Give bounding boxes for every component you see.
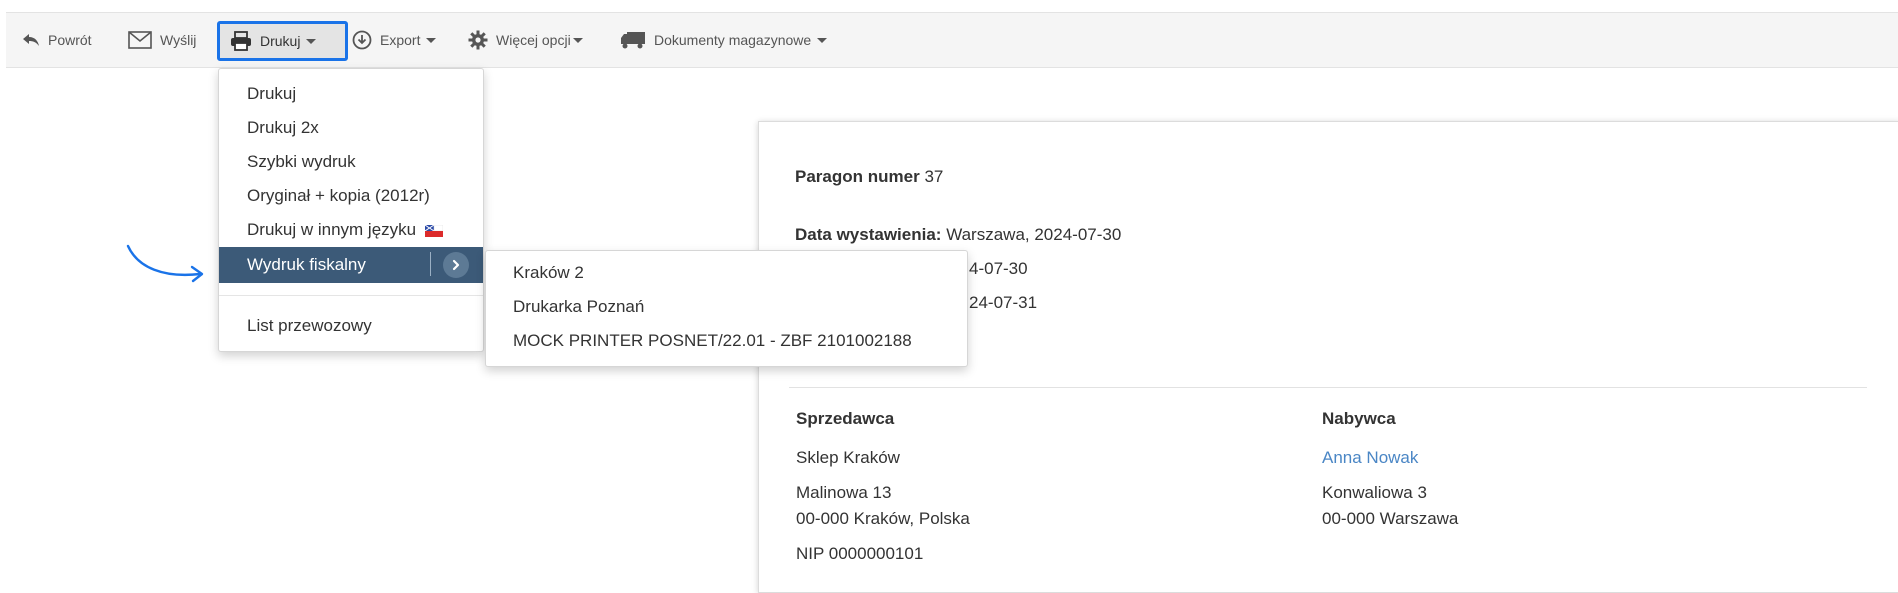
divider <box>430 252 431 276</box>
reply-arrow-icon <box>22 33 40 47</box>
warehouse-label: Dokumenty magazynowe <box>654 32 812 48</box>
print-label: Drukuj <box>260 33 301 49</box>
date-line: 4-07-30 <box>969 259 1028 278</box>
pointer-arrow-icon <box>126 244 204 283</box>
submenu-item-printer[interactable]: Drukarka Poznań <box>486 290 967 324</box>
print-dropdown-menu: Drukuj Drukuj 2x Szybki wydruk Oryginał … <box>218 68 484 352</box>
chevron-down-icon <box>572 37 583 43</box>
chevron-right-icon[interactable] <box>443 252 469 278</box>
menu-item-label: Wydruk fiskalny <box>247 255 366 274</box>
submenu-item-printer[interactable]: MOCK PRINTER POSNET/22.01 - ZBF 21010021… <box>486 324 967 358</box>
menu-item-label: Drukuj w innym języku <box>247 220 417 239</box>
toolbar: Powrót Wyślij Drukuj Export Więcej opcji… <box>6 12 1898 68</box>
buyer-name-link[interactable]: Anna Nowak <box>1322 448 1418 468</box>
seller-heading: Sprzedawca <box>796 409 895 428</box>
chevron-down-icon <box>306 38 317 44</box>
buyer-city: 00-000 Warszawa <box>1322 509 1459 528</box>
divider <box>789 387 1867 388</box>
receipt-number: Paragon numer 37 <box>795 167 944 186</box>
warehouse-documents-button[interactable]: Dokumenty magazynowe <box>620 25 828 55</box>
flags-icon <box>424 224 443 237</box>
back-button[interactable]: Powrót <box>22 25 92 55</box>
fiscal-printer-submenu: Kraków 2 Drukarka Poznań MOCK PRINTER PO… <box>485 250 968 367</box>
truck-icon <box>620 31 646 49</box>
menu-divider <box>219 295 483 296</box>
issue-date: Data wystawienia: Warszawa, 2024-07-30 <box>795 225 1122 244</box>
send-label: Wyślij <box>160 32 197 48</box>
print-dropdown-button[interactable]: Drukuj <box>217 21 348 61</box>
seller-street: Malinowa 13 <box>796 483 892 502</box>
menu-item-print-2x[interactable]: Drukuj 2x <box>219 111 483 145</box>
seller-nip: NIP 0000000101 <box>796 544 924 563</box>
more-options-button[interactable]: Więcej opcji <box>468 25 583 55</box>
menu-item-fiscal-print[interactable]: Wydruk fiskalny <box>219 247 483 283</box>
export-dropdown-button[interactable]: Export <box>352 25 437 55</box>
seller-city: 00-000 Kraków, Polska <box>796 509 970 528</box>
envelope-icon <box>128 31 152 49</box>
menu-item-print[interactable]: Drukuj <box>219 77 483 111</box>
download-circle-icon <box>352 30 372 50</box>
more-options-label: Więcej opcji <box>496 32 571 48</box>
submenu-item-printer[interactable]: Kraków 2 <box>486 256 967 290</box>
send-button[interactable]: Wyślij <box>128 25 196 55</box>
chevron-down-icon <box>817 37 828 43</box>
date-line: 24-07-31 <box>969 293 1038 312</box>
menu-item-waybill[interactable]: List przewozowy <box>219 309 483 343</box>
buyer-street: Konwaliowa 3 <box>1322 483 1427 502</box>
export-label: Export <box>380 32 421 48</box>
menu-item-quick-print[interactable]: Szybki wydruk <box>219 145 483 179</box>
menu-item-print-other-language[interactable]: Drukuj w innym języku <box>219 213 483 247</box>
seller-name: Sklep Kraków <box>796 448 900 467</box>
gear-icon <box>468 30 488 50</box>
menu-item-original-copy[interactable]: Oryginał + kopia (2012r) <box>219 179 483 213</box>
buyer-heading: Nabywca <box>1322 409 1396 428</box>
printer-icon <box>230 31 252 51</box>
back-label: Powrót <box>48 32 92 48</box>
chevron-down-icon <box>426 37 437 43</box>
